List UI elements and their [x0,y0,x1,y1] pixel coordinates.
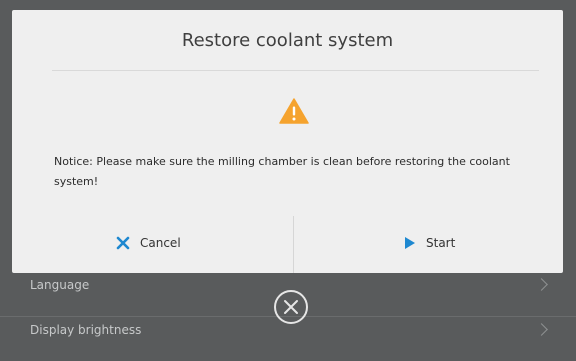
play-icon [405,237,415,249]
notice-text: Notice: Please make sure the milling cha… [54,155,510,188]
divider [52,70,539,71]
chevron-right-icon [535,323,548,336]
close-button[interactable] [274,290,308,324]
list-item-label: Language [30,278,90,292]
dialog-title: Restore coolant system [181,30,394,51]
cancel-button[interactable]: Cancel [116,228,181,258]
button-divider [293,216,294,273]
start-button-label: Start [426,236,456,250]
warning-triangle-icon [279,98,309,124]
chevron-right-icon [535,278,548,291]
start-button[interactable]: Start [404,228,455,258]
cancel-button-label: Cancel [140,236,181,250]
restore-coolant-dialog: Restore coolant system Notice: Please ma… [12,10,563,273]
close-icon [284,300,298,314]
cancel-x-icon [116,236,130,250]
list-item-label: Display brightness [30,323,142,337]
